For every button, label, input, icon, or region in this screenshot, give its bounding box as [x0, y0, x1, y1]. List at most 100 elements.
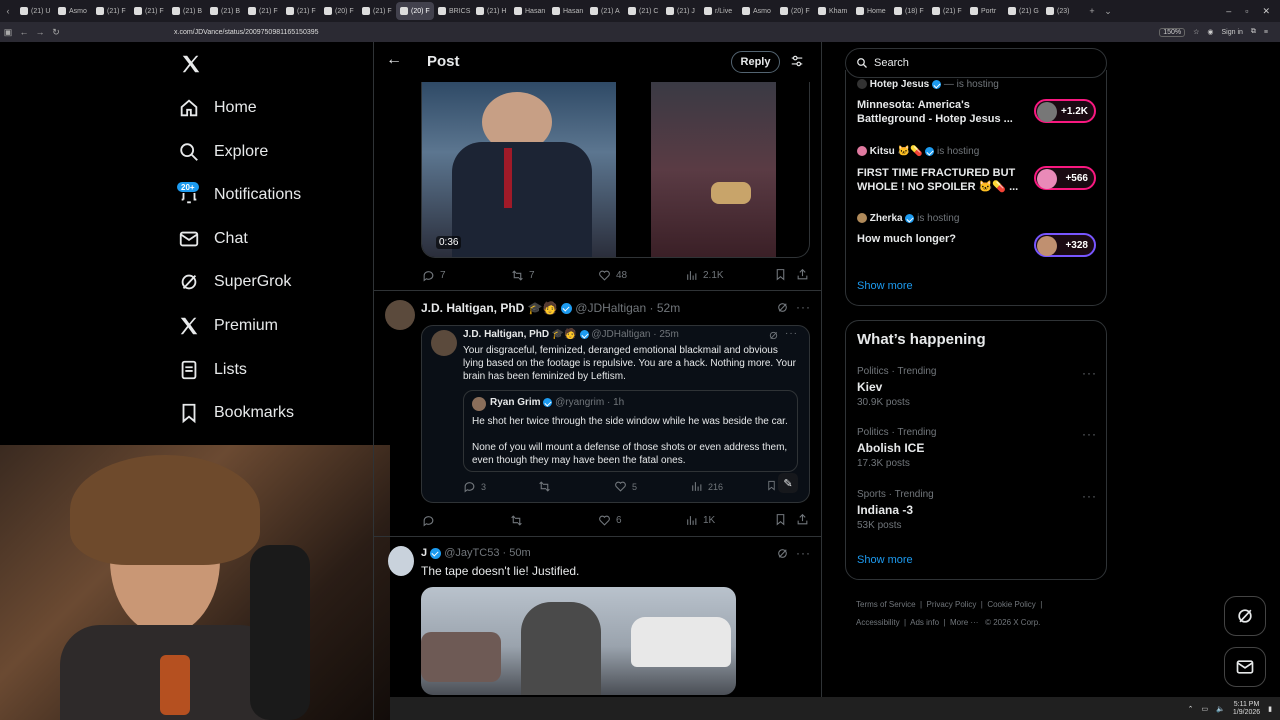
- space-title[interactable]: FIRST TIME FRACTURED BUT WHOLE ! NO SPOI…: [857, 166, 1027, 194]
- browser-tab[interactable]: Asmo: [54, 2, 92, 20]
- browser-tab[interactable]: (20) F: [776, 2, 814, 20]
- post3-author-name[interactable]: J: [421, 547, 427, 559]
- browser-tab[interactable]: (21) F: [130, 2, 168, 20]
- post1-reply-stat[interactable]: 7: [422, 269, 446, 282]
- messages-float-button[interactable]: [1224, 647, 1266, 687]
- post2-views-stat[interactable]: 1K: [685, 514, 715, 527]
- notification-center-icon[interactable]: ▮: [1268, 705, 1272, 713]
- browser-tab[interactable]: (21) B: [206, 2, 244, 20]
- browser-tab[interactable]: (20) F: [320, 2, 358, 20]
- trends-show-more-link[interactable]: Show more: [857, 554, 913, 566]
- tray-chevron-icon[interactable]: ⌃: [1188, 705, 1194, 713]
- grok-icon[interactable]: [776, 301, 789, 314]
- browser-tab[interactable]: Hasan: [548, 2, 586, 20]
- nav-lists[interactable]: Lists: [178, 355, 247, 385]
- footer-cookie-link[interactable]: Cookie Policy: [987, 600, 1035, 609]
- close-window-button[interactable]: ✕: [1262, 6, 1270, 17]
- extensions-icon[interactable]: ⧉: [1251, 28, 1256, 36]
- avatar[interactable]: [431, 330, 457, 356]
- post2-repost-stat[interactable]: [510, 514, 523, 527]
- reply-button[interactable]: Reply: [731, 51, 780, 73]
- browser-tab[interactable]: Asmo: [738, 2, 776, 20]
- browser-tab[interactable]: Hasan: [510, 2, 548, 20]
- network-icon[interactable]: ▭: [1202, 705, 1209, 713]
- browser-tab[interactable]: (21) U: [16, 2, 54, 20]
- more-options-icon[interactable]: ···: [1082, 427, 1097, 441]
- trend-item[interactable]: Sports · Trending Indiana -3 53K posts ·…: [857, 489, 1097, 531]
- grok-icon[interactable]: [768, 330, 779, 341]
- more-options-icon[interactable]: ···: [796, 546, 811, 560]
- car-image[interactable]: [651, 82, 776, 257]
- back-arrow-icon[interactable]: ←: [386, 51, 402, 69]
- browser-tab[interactable]: r/Live: [700, 2, 738, 20]
- x-logo-icon[interactable]: [180, 53, 202, 75]
- nav-premium[interactable]: Premium: [178, 311, 278, 341]
- browser-tab[interactable]: (21) G: [1004, 2, 1042, 20]
- quote-author-name[interactable]: J.D. Haltigan, PhD: [463, 329, 549, 340]
- avatar[interactable]: [388, 546, 414, 576]
- space-title[interactable]: How much longer?: [857, 233, 1027, 245]
- tab-overflow-icon[interactable]: ⌄: [1100, 6, 1116, 17]
- quote-repost-stat[interactable]: [538, 480, 551, 493]
- quote-handle[interactable]: @JDHaltigan: [591, 329, 650, 340]
- avatar[interactable]: [472, 397, 486, 411]
- quote-time[interactable]: 25m: [659, 329, 678, 340]
- nav-chat[interactable]: Chat: [178, 224, 248, 254]
- browser-tab[interactable]: Kham: [814, 2, 852, 20]
- post2-reply-stat[interactable]: [422, 514, 435, 527]
- quote-views-stat[interactable]: 216: [690, 480, 723, 493]
- reload-icon[interactable]: ↻: [48, 27, 64, 38]
- browser-tab[interactable]: (21) F: [92, 2, 130, 20]
- inner-author-name[interactable]: Ryan Grim: [490, 397, 541, 408]
- browser-tab[interactable]: (18) F: [890, 2, 928, 20]
- tab-list-icon[interactable]: ‹: [0, 6, 16, 16]
- inner-handle[interactable]: @ryangrim: [555, 397, 604, 408]
- quote-reply-stat[interactable]: 3: [463, 480, 486, 493]
- minimize-button[interactable]: –: [1226, 6, 1231, 17]
- browser-tab[interactable]: (20) F: [396, 2, 434, 20]
- post2-handle[interactable]: @JDHaltigan: [575, 301, 646, 315]
- nav-explore[interactable]: Explore: [178, 137, 268, 167]
- footer-terms-link[interactable]: Terms of Service: [856, 600, 916, 609]
- new-tab-button[interactable]: +: [1084, 6, 1100, 16]
- nav-supergrok[interactable]: SuperGrok: [178, 267, 291, 297]
- zoom-level[interactable]: 150%: [1159, 27, 1186, 37]
- footer-more-link[interactable]: More ···: [950, 618, 978, 627]
- browser-tab[interactable]: (23): [1042, 2, 1080, 20]
- browser-tab[interactable]: (21) F: [928, 2, 966, 20]
- back-icon[interactable]: ←: [16, 27, 32, 37]
- space-listeners-pill[interactable]: +328: [1034, 233, 1096, 257]
- avatar[interactable]: [385, 300, 415, 330]
- bookmark-icon[interactable]: [766, 480, 777, 491]
- grok-icon[interactable]: [776, 547, 789, 560]
- browser-tab[interactable]: (21) B: [168, 2, 206, 20]
- post2-author-name[interactable]: J.D. Haltigan, PhD: [421, 301, 524, 315]
- post1-like-stat[interactable]: 48: [598, 269, 627, 282]
- post1-repost-stat[interactable]: 7: [511, 269, 535, 282]
- browser-tab[interactable]: (21) A: [586, 2, 624, 20]
- nav-bookmarks[interactable]: Bookmarks: [178, 398, 294, 428]
- share-icon[interactable]: [796, 513, 809, 526]
- browser-tab[interactable]: BRICS: [434, 2, 472, 20]
- bookmark-icon[interactable]: [774, 513, 787, 526]
- browser-tab[interactable]: (21) C: [624, 2, 662, 20]
- bookmark-icon[interactable]: [774, 268, 787, 281]
- quoted-post[interactable]: J.D. Haltigan, PhD 🎓🧑 @JDHaltigan · 25m …: [421, 325, 810, 503]
- post1-media[interactable]: 0:36: [421, 82, 810, 258]
- more-options-icon[interactable]: ···: [785, 328, 798, 339]
- trend-item[interactable]: Politics · Trending Kiev 30.9K posts ···: [857, 366, 1097, 408]
- post2-time[interactable]: 52m: [657, 301, 680, 315]
- footer-privacy-link[interactable]: Privacy Policy: [927, 600, 977, 609]
- taskbar-clock[interactable]: 5:11 PM 1/9/2026: [1233, 701, 1260, 717]
- browser-tab[interactable]: (21) F: [282, 2, 320, 20]
- share-icon[interactable]: [796, 268, 809, 281]
- url-field[interactable]: x.com/JDVance/status/2009750981165150395: [174, 29, 319, 36]
- post3-handle[interactable]: @JayTC53: [444, 547, 499, 559]
- space-listeners-pill[interactable]: +1.2K: [1034, 99, 1096, 123]
- account-icon[interactable]: ◉: [1207, 28, 1213, 36]
- browser-tab[interactable]: Portr: [966, 2, 1004, 20]
- footer-ads-link[interactable]: Ads info: [910, 618, 939, 627]
- bookmark-star-icon[interactable]: ☆: [1193, 28, 1199, 36]
- browser-tab[interactable]: Home: [852, 2, 890, 20]
- sidebar-toggle-icon[interactable]: ▣: [0, 27, 16, 38]
